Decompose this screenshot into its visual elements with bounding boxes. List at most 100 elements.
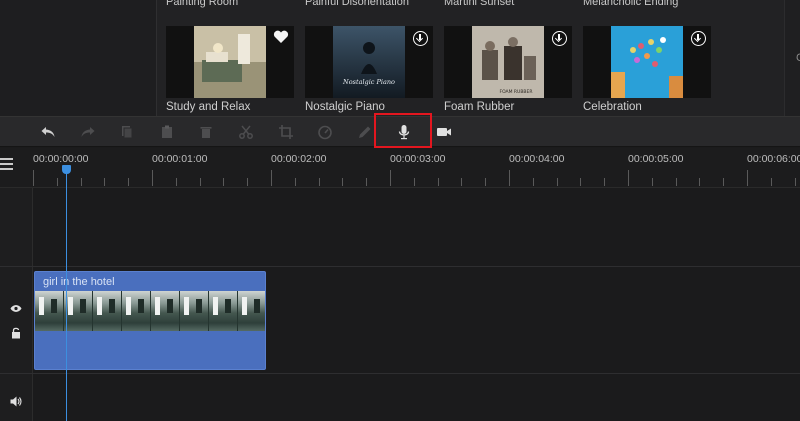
video-camera-icon (437, 128, 451, 136)
paste-button[interactable] (157, 122, 177, 142)
ruler-tick (271, 170, 272, 186)
ruler-tick (533, 178, 534, 186)
track-label-melancholic-ending: Melancholic Ending (583, 0, 679, 8)
track-label-painful-disorientation: Painful Disorientation (305, 0, 409, 8)
ruler-tick (319, 178, 320, 186)
speed-button[interactable] (315, 122, 335, 142)
music-card-celebration[interactable] (583, 26, 711, 98)
ruler-label: 00:00:02:00 (271, 153, 327, 165)
ruler-tick (223, 178, 224, 186)
undo-icon (41, 127, 55, 137)
clip-frame (93, 291, 122, 331)
card-title: Nostalgic Piano (305, 101, 385, 113)
record-webcam-button[interactable] (434, 122, 454, 142)
pencil-icon (359, 126, 371, 138)
split-button[interactable] (236, 122, 256, 142)
clip-frame (238, 291, 265, 331)
ruler-tick (33, 170, 34, 186)
ruler-tick (57, 178, 58, 186)
voiceover-highlight-box (374, 113, 432, 148)
ruler-tick (200, 178, 201, 186)
ruler-tick (176, 178, 177, 186)
paste-icon (162, 125, 172, 138)
ruler-tick (771, 178, 772, 186)
delete-button[interactable] (196, 122, 216, 142)
media-library: Painting Room Painful Disorientation Mar… (0, 0, 800, 116)
ruler-tick (414, 178, 415, 186)
timeline-menu-icon[interactable] (0, 158, 13, 170)
ruler-label: 00:00:04:00 (509, 153, 565, 165)
ruler-label: 00:00:00:00 (33, 153, 89, 165)
ruler-tick (128, 178, 129, 186)
clip-thumbnail-strip (35, 291, 265, 331)
video-editor: Painting Room Painful Disorientation Mar… (0, 0, 800, 421)
ruler-label: 00:00:05:00 (628, 153, 684, 165)
album-art: Nostalgic Piano (333, 26, 405, 98)
library-category-panel (0, 0, 156, 116)
playhead-line[interactable] (66, 170, 67, 421)
ruler-tick (580, 178, 581, 186)
scissors-icon (239, 125, 253, 139)
clip-frame (35, 291, 64, 331)
track-lock-toggle[interactable] (9, 326, 23, 340)
redo-button[interactable] (78, 122, 98, 142)
ruler-label: 00:00:01:00 (152, 153, 208, 165)
empty-track[interactable] (33, 188, 800, 266)
heart-icon[interactable] (273, 30, 289, 44)
ruler-tick (557, 178, 558, 186)
card-title: Foam Rubber (444, 101, 515, 113)
card-title: Celebration (583, 101, 642, 113)
ruler-tick (628, 170, 629, 186)
clip-frame (122, 291, 151, 331)
ruler-tick (81, 178, 82, 186)
video-clip[interactable]: girl in the hotel (34, 271, 266, 370)
clip-frame (180, 291, 209, 331)
ruler-tick (747, 170, 748, 186)
ruler-tick (366, 178, 367, 186)
album-art: FOAM RUBBER (472, 26, 544, 98)
album-art (194, 26, 266, 98)
ruler-tick (676, 178, 677, 186)
music-card-foam-rubber[interactable]: FOAM RUBBER (444, 26, 572, 98)
ruler-tick (342, 178, 343, 186)
ruler-tick (295, 178, 296, 186)
undo-button[interactable] (38, 122, 58, 142)
track-label-martini-sunset: Martini Sunset (444, 0, 515, 8)
ruler-tick (104, 178, 105, 186)
clip-title: girl in the hotel (43, 276, 115, 288)
track-mute-toggle[interactable] (9, 394, 23, 408)
ruler-tick (438, 178, 439, 186)
ruler-tick (699, 178, 700, 186)
ruler-tick (152, 170, 153, 186)
ruler-tick (390, 170, 391, 186)
music-card-nostalgic-piano[interactable]: Nostalgic Piano (305, 26, 433, 98)
playhead-handle[interactable] (62, 165, 71, 174)
speaker-icon (10, 396, 22, 406)
crop-button[interactable] (276, 122, 296, 142)
track-visibility-toggle[interactable] (9, 301, 23, 315)
ruler-tick (652, 178, 653, 186)
album-art-text: Nostalgic Piano (342, 78, 395, 86)
trash-icon (200, 127, 212, 138)
crop-icon (279, 125, 293, 139)
music-card-study-and-relax[interactable] (166, 26, 294, 98)
album-art (611, 26, 683, 98)
eye-icon (10, 304, 22, 312)
download-icon[interactable] (552, 31, 567, 46)
clip-frame (64, 291, 93, 331)
redo-icon (81, 127, 95, 137)
album-art-text: FOAM RUBBER (499, 89, 532, 95)
audio-track[interactable] (33, 374, 800, 421)
clip-frame (209, 291, 238, 331)
download-icon[interactable] (691, 31, 706, 46)
ruler-tick (461, 178, 462, 186)
ruler-tick (723, 178, 724, 186)
download-icon[interactable] (413, 31, 428, 46)
copy-button[interactable] (117, 122, 137, 142)
speed-icon (318, 125, 332, 140)
edit-button[interactable] (355, 122, 375, 142)
library-right-panel: C (784, 0, 800, 116)
ruler-tick (604, 178, 605, 186)
ruler-tick (509, 170, 510, 186)
clip-frame (151, 291, 180, 331)
